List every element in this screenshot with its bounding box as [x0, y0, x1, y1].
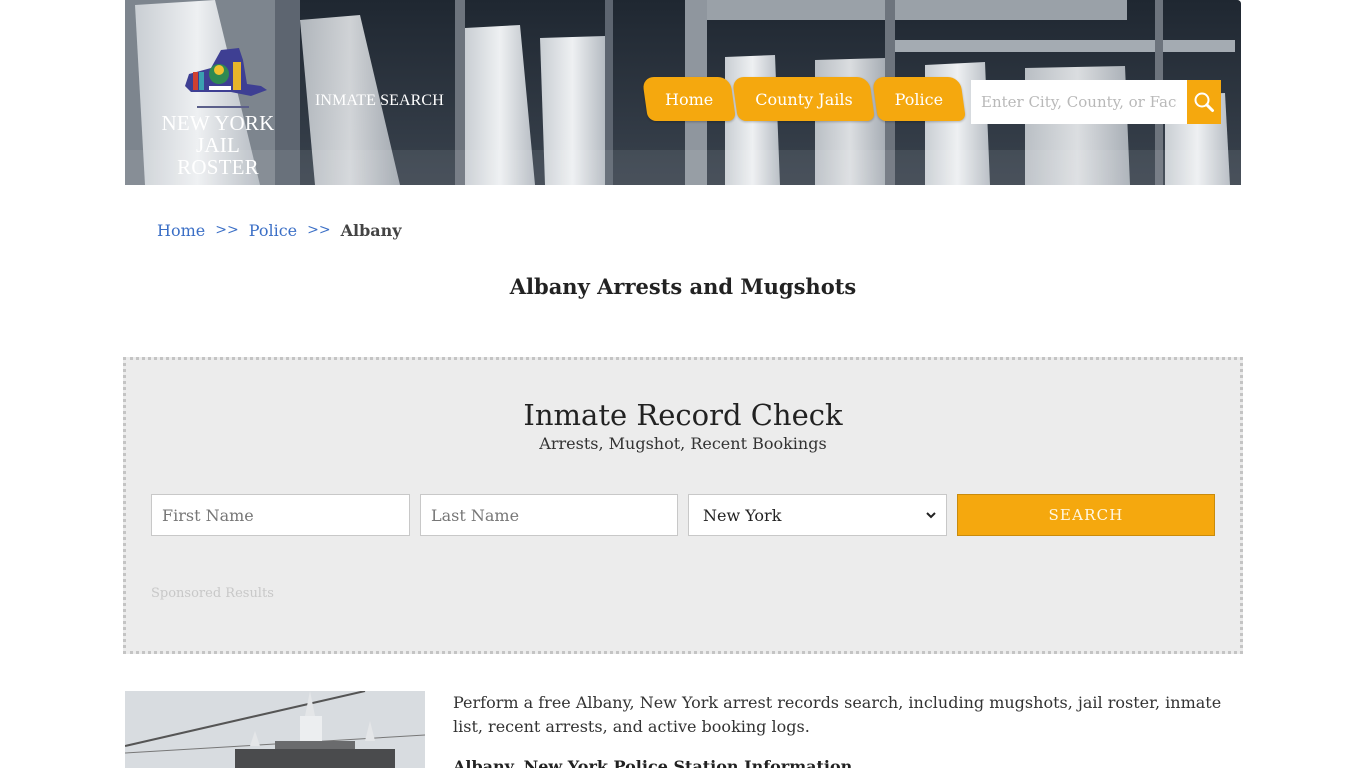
nav-home-label: Home — [665, 89, 714, 109]
logo-divider — [197, 106, 249, 108]
page-title: Albany Arrests and Mugshots — [509, 274, 857, 299]
building-image — [125, 691, 425, 768]
first-name-input[interactable] — [151, 494, 410, 536]
inmate-search-panel: Inmate Record Check Arrests, Mugshot, Re… — [123, 357, 1243, 654]
nav-county-jails-label: County Jails — [755, 89, 853, 109]
breadcrumb-separator: >> — [215, 222, 239, 238]
inmate-search-link[interactable]: INMATE SEARCH — [315, 92, 444, 110]
intro-paragraph: Perform a free Albany, New York arrest r… — [453, 693, 1222, 736]
breadcrumb-home[interactable]: Home — [157, 221, 205, 240]
state-select[interactable]: New York — [688, 494, 947, 536]
nav-police-label: Police — [894, 89, 944, 109]
logo-line-2: JAIL ROSTER — [177, 133, 259, 179]
site-header: NEW YORK JAIL ROSTER INMATE SEARCH Home … — [125, 0, 1241, 185]
police-station-photo — [125, 691, 425, 768]
site-logo[interactable]: NEW YORK JAIL ROSTER — [153, 44, 283, 178]
site-search-input[interactable] — [971, 80, 1187, 124]
breadcrumb: Home >> Police >> Albany — [157, 221, 402, 240]
site-search-button[interactable] — [1187, 80, 1221, 124]
breadcrumb-police[interactable]: Police — [249, 221, 297, 240]
site-search — [971, 80, 1221, 124]
search-icon — [1194, 92, 1214, 112]
search-submit-button[interactable]: SEARCH — [957, 494, 1215, 536]
sponsored-results-label: Sponsored Results — [151, 586, 274, 601]
logo-text: NEW YORK JAIL ROSTER — [153, 112, 283, 178]
panel-title: Inmate Record Check — [523, 398, 843, 432]
nav-county-jails[interactable]: County Jails — [735, 77, 872, 121]
nav-home[interactable]: Home — [645, 77, 733, 121]
chevron-down-icon — [926, 512, 936, 519]
nav-police[interactable]: Police — [875, 77, 963, 121]
state-select-value: New York — [703, 505, 782, 525]
new-york-state-seal-icon — [185, 48, 267, 96]
panel-subtitle: Arrests, Mugshot, Recent Bookings — [539, 434, 827, 453]
last-name-input[interactable] — [420, 494, 678, 536]
main-nav: Home County Jails Police — [645, 77, 965, 121]
station-info-heading: Albany, New York Police Station Informat… — [453, 757, 853, 768]
logo-line-1: NEW YORK — [161, 111, 275, 135]
breadcrumb-current: Albany — [340, 221, 402, 240]
breadcrumb-separator: >> — [307, 222, 331, 238]
